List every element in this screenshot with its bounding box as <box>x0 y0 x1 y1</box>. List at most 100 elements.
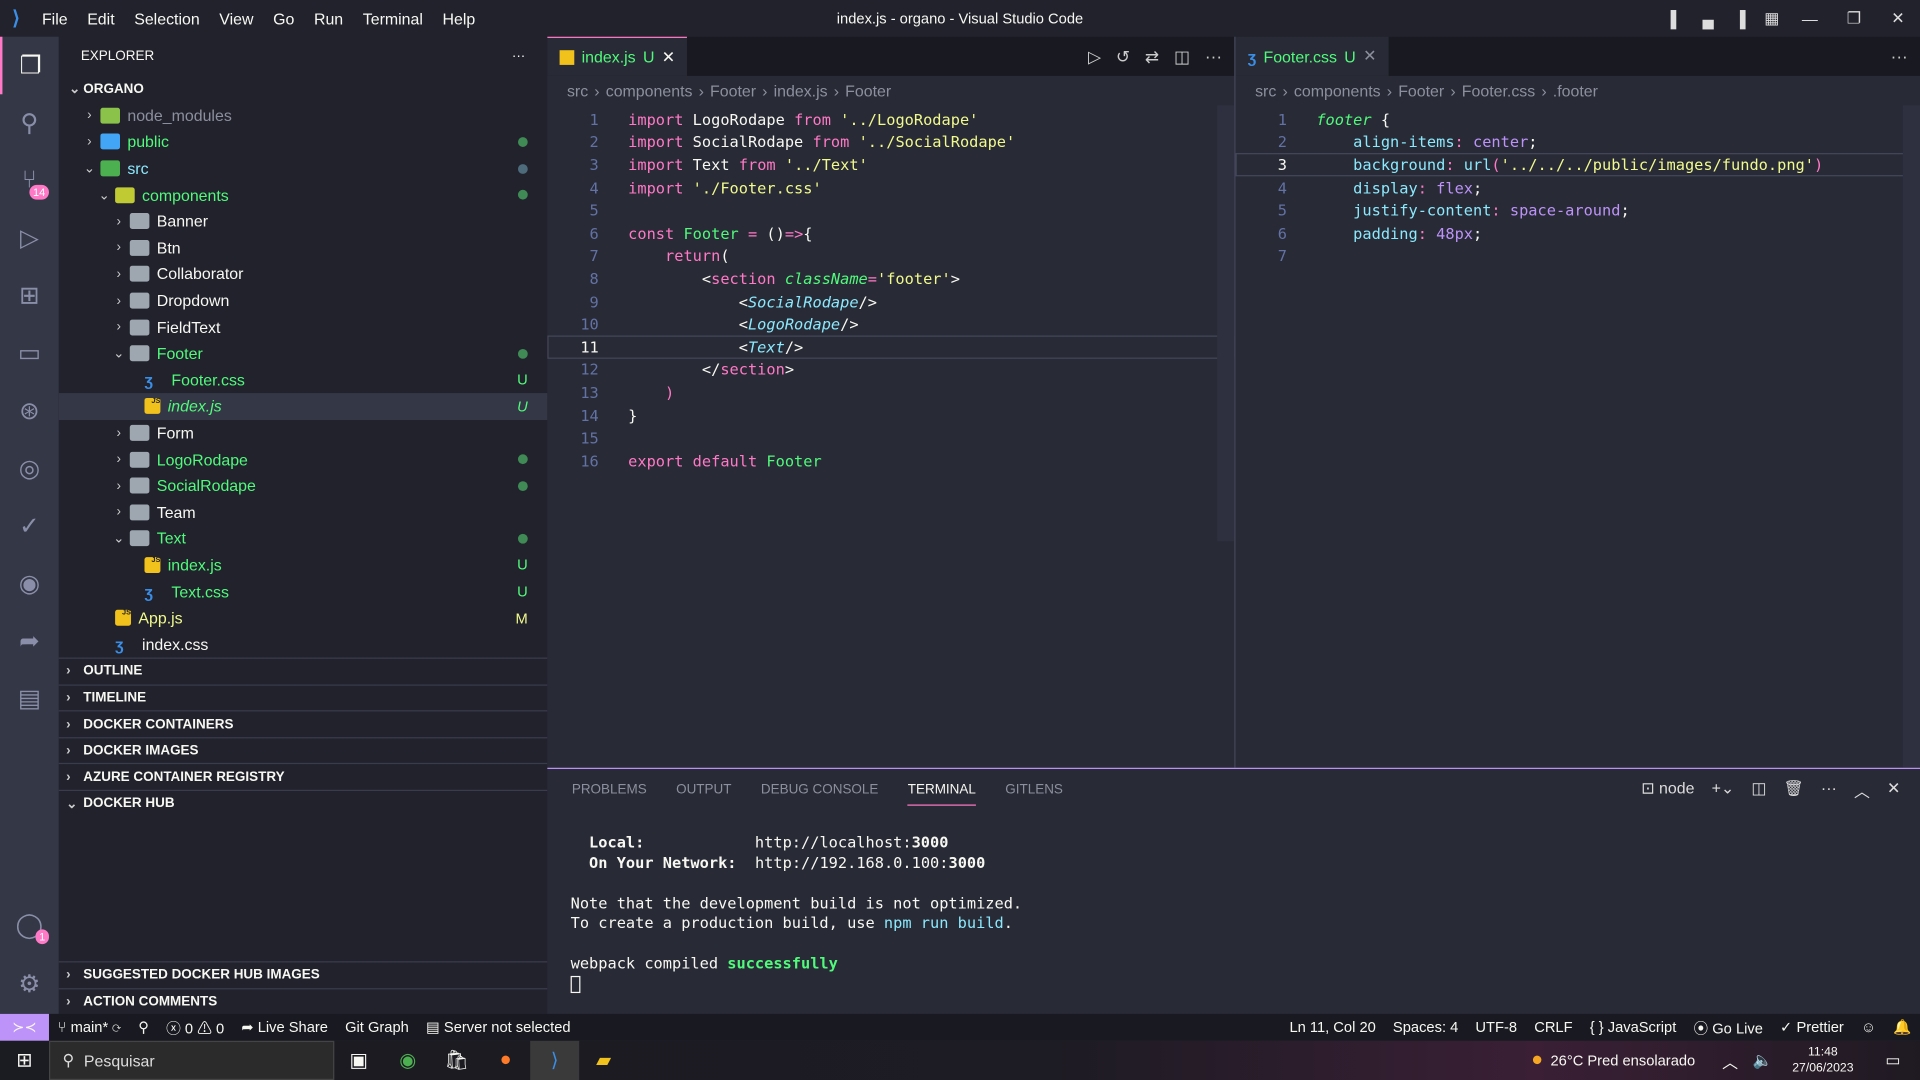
terminal-selector[interactable]: ⊡ node <box>1641 779 1694 802</box>
tab-index-js[interactable]: index.js U ✕ <box>547 36 688 76</box>
git-graph-status-icon[interactable]: ⚲ <box>130 1019 158 1036</box>
file-item[interactable]: JS index.js U <box>58 393 548 420</box>
customize-layout-icon[interactable]: ▦ <box>1756 9 1788 29</box>
folder-item[interactable]: › Team <box>59 499 548 525</box>
search-icon[interactable]: ⚲ <box>0 94 59 152</box>
folder-item[interactable]: ⌄ components <box>59 182 548 208</box>
branch-indicator[interactable]: ⑂ main* ⟳ <box>49 1019 130 1036</box>
folder-item[interactable]: › public <box>59 129 548 155</box>
toggle-panel-icon[interactable]: ▄ <box>1692 9 1724 27</box>
breadcrumb-item[interactable]: Footer <box>845 81 891 99</box>
git-graph-icon[interactable]: ⊛ <box>0 382 59 440</box>
docker-icon[interactable]: ▤ <box>0 670 59 728</box>
toggle-sidebar-icon[interactable]: ▌ <box>1660 9 1692 27</box>
windows-start-icon[interactable]: ⊞ <box>0 1041 49 1080</box>
live-share-button[interactable]: ➦ Live Share <box>233 1019 337 1036</box>
notifications-bell-icon[interactable]: 🔔 <box>1885 1019 1920 1036</box>
remote-explorer-icon[interactable]: ▭ <box>0 324 59 382</box>
folder-item[interactable]: › Btn <box>59 235 548 261</box>
folder-item[interactable]: › Banner <box>59 208 548 234</box>
panel-tab-debug-console[interactable]: DEBUG CONSOLE <box>761 782 879 797</box>
section-suggested-docker-hub-images[interactable]: › SUGGESTED DOCKER HUB IMAGES <box>58 961 548 987</box>
editor-scrollbar[interactable] <box>1902 105 1920 768</box>
file-explorer-icon[interactable]: ▰ <box>579 1041 628 1080</box>
split-terminal-icon[interactable]: ◫ <box>1751 779 1766 802</box>
close-tab-icon[interactable]: ✕ <box>662 47 675 67</box>
menu-go[interactable]: Go <box>263 9 304 27</box>
source-control-icon[interactable]: ⑂ 14 <box>0 152 59 210</box>
gitlens-icon[interactable]: ◎ <box>0 440 59 498</box>
breadcrumb-item[interactable]: src <box>567 81 588 99</box>
more-actions-icon[interactable]: ··· <box>1891 47 1908 67</box>
breadcrumb-item[interactable]: index.js <box>774 81 828 99</box>
go-live-button[interactable]: ⦿ Go Live <box>1685 1017 1772 1038</box>
testing-icon[interactable]: ✓ <box>0 497 59 555</box>
clock[interactable]: 11:48 27/06/2023 <box>1780 1044 1866 1076</box>
breadcrumb-item[interactable]: components <box>1294 81 1381 99</box>
github-icon[interactable]: ◉ <box>0 555 59 613</box>
more-actions-icon[interactable]: ··· <box>1821 779 1837 802</box>
folder-item[interactable]: › LogoRodape <box>59 446 548 472</box>
menu-view[interactable]: View <box>210 9 264 27</box>
folder-item[interactable]: › Form <box>59 420 548 446</box>
chrome-icon[interactable]: ◉ <box>383 1041 432 1080</box>
code-editor-index-js[interactable]: 1 import LogoRodape from '../LogoRodape' 2… <box>547 105 1235 472</box>
prettier-button[interactable]: ✓ Prettier <box>1771 1019 1852 1036</box>
live-share-icon[interactable]: ➦ <box>0 612 59 670</box>
explorer-icon[interactable]: ❐ <box>0 36 59 95</box>
folder-item[interactable]: › FieldText <box>59 314 548 340</box>
run-debug-icon[interactable]: ▷ <box>0 209 59 267</box>
toggle-secondary-sidebar-icon[interactable]: ▐ <box>1724 9 1756 27</box>
server-status[interactable]: ▤ Server not selected <box>417 1019 579 1036</box>
breadcrumb-item[interactable]: components <box>606 81 693 99</box>
file-item[interactable]: ʒ Text.css U <box>59 578 548 604</box>
section-azure-container-registry[interactable]: › AZURE CONTAINER REGISTRY <box>58 763 548 789</box>
breadcrumb-item[interactable]: Footer <box>710 81 756 99</box>
file-item[interactable]: ʒ index.css <box>59 631 548 657</box>
extensions-icon[interactable]: ⊞ <box>0 267 59 325</box>
section-docker-containers[interactable]: › DOCKER CONTAINERS <box>58 710 548 737</box>
more-actions-icon[interactable]: ··· <box>512 49 525 64</box>
panel-tab-output[interactable]: OUTPUT <box>676 782 731 797</box>
accounts-icon[interactable]: ◯ 1 <box>0 896 59 954</box>
menu-selection[interactable]: Selection <box>124 9 209 27</box>
breadcrumb-item[interactable]: src <box>1255 81 1276 99</box>
folder-item[interactable]: ⌄ Footer <box>59 340 548 366</box>
code-editor-footer-css[interactable]: 1 footer {2 align-items: center; 3 backgro… <box>1235 105 1920 267</box>
folder-item[interactable]: › Dropdown <box>59 287 548 313</box>
volume-icon[interactable]: 🔈 <box>1745 1051 1780 1071</box>
compare-changes-icon[interactable]: ⇄ <box>1145 46 1159 67</box>
git-graph-button[interactable]: Git Graph <box>337 1019 418 1036</box>
end-of-line[interactable]: CRLF <box>1526 1019 1582 1036</box>
section-docker-hub[interactable]: ⌄ DOCKER HUB <box>58 789 548 816</box>
feedback-icon[interactable]: ☺ <box>1852 1019 1884 1036</box>
vscode-taskbar-icon[interactable]: ⟩ <box>530 1040 580 1080</box>
cursor-position[interactable]: Ln 11, Col 20 <box>1281 1019 1384 1036</box>
breadcrumb-item[interactable]: Footer <box>1398 81 1444 99</box>
restore-button[interactable]: ❐ <box>1832 9 1876 29</box>
indentation[interactable]: Spaces: 4 <box>1384 1019 1467 1036</box>
panel-tab-terminal[interactable]: TERMINAL <box>907 774 976 806</box>
language-mode[interactable]: { } JavaScript <box>1581 1019 1685 1036</box>
task-view-icon[interactable]: ▣ <box>334 1041 383 1080</box>
timeline-icon[interactable]: ↺ <box>1116 46 1130 67</box>
menu-file[interactable]: File <box>32 9 77 27</box>
split-editor-icon[interactable]: ◫ <box>1174 46 1190 67</box>
section-outline[interactable]: › OUTLINE <box>58 657 548 684</box>
section-docker-images[interactable]: › DOCKER IMAGES <box>58 736 548 763</box>
file-item[interactable]: JS index.js U <box>59 552 548 578</box>
file-item[interactable]: JS App.js M <box>59 605 548 631</box>
menu-run[interactable]: Run <box>304 9 353 27</box>
breadcrumb-item[interactable]: Footer.css <box>1462 81 1535 99</box>
menu-edit[interactable]: Edit <box>77 9 124 27</box>
more-actions-icon[interactable]: ··· <box>1205 47 1222 67</box>
new-terminal-icon[interactable]: +⌄ <box>1712 779 1735 802</box>
section-action-comments[interactable]: › ACTION COMMENTS <box>58 987 548 1014</box>
encoding[interactable]: UTF-8 <box>1467 1019 1526 1036</box>
folder-item[interactable]: ⌄ src <box>59 155 548 181</box>
firefox-icon[interactable]: ● <box>481 1041 530 1080</box>
settings-gear-icon[interactable]: ⚙ <box>0 955 59 1013</box>
panel-tab-problems[interactable]: PROBLEMS <box>572 782 647 797</box>
workspace-root[interactable]: ⌄ ORGANO <box>59 76 548 102</box>
maximize-panel-icon[interactable]: ︿ <box>1854 779 1870 802</box>
